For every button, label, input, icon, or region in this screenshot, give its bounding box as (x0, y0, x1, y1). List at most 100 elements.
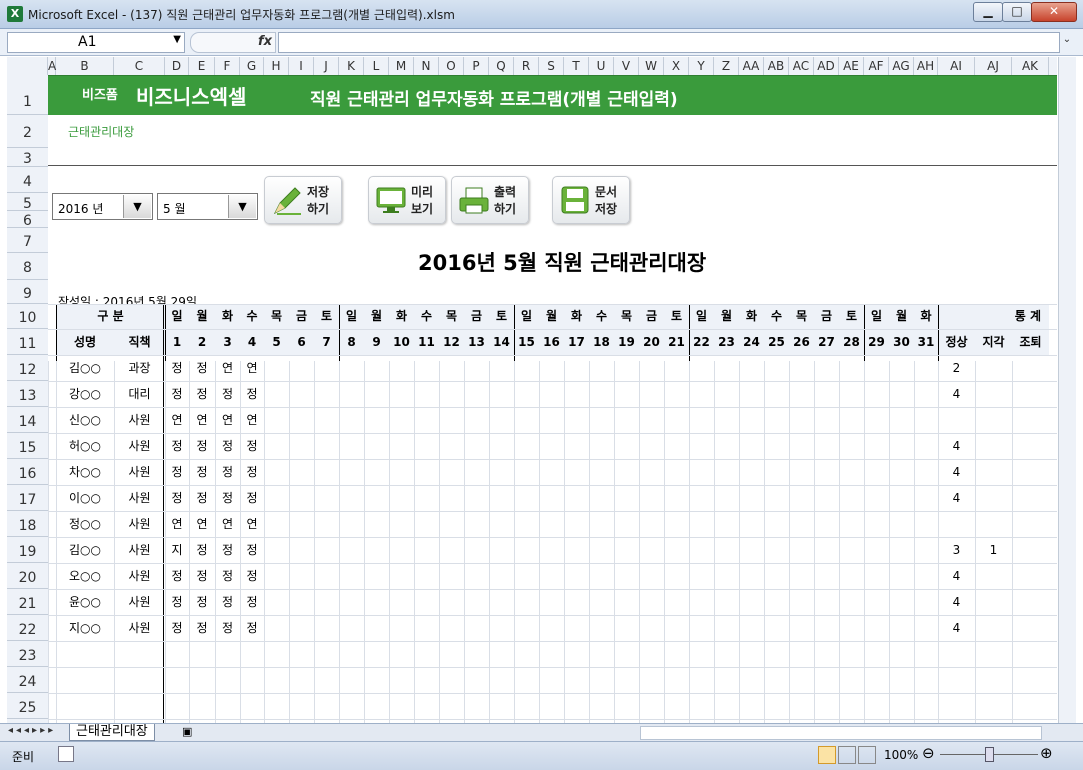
vertical-scrollbar[interactable] (1058, 57, 1076, 723)
macro-record-icon[interactable] (58, 746, 74, 762)
column-header-B[interactable]: B (56, 57, 114, 75)
column-header-O[interactable]: O (439, 57, 464, 75)
column-header-AB[interactable]: AB (764, 57, 789, 75)
column-header-H[interactable]: H (264, 57, 289, 75)
column-header-C[interactable]: C (114, 57, 165, 75)
sheet-tab-active[interactable]: 근태관리대장 (69, 724, 155, 741)
chevron-down-icon[interactable]: ▼ (228, 195, 256, 218)
minimize-button[interactable]: ▁ (973, 2, 1003, 22)
row-header-2[interactable]: 2 (7, 115, 48, 148)
column-header-R[interactable]: R (514, 57, 539, 75)
doc-save-button[interactable]: 문서 저장 (552, 176, 630, 224)
row-header-1[interactable]: 1 (7, 75, 48, 115)
close-button[interactable]: ✕ (1031, 2, 1077, 22)
row-header-8[interactable]: 8 (7, 253, 48, 280)
insert-sheet-icon[interactable]: ▣ (182, 725, 192, 738)
row-header-7[interactable]: 7 (7, 228, 48, 253)
column-header-AH[interactable]: AH (914, 57, 938, 75)
column-header-Z[interactable]: Z (714, 57, 739, 75)
column-header-N[interactable]: N (414, 57, 439, 75)
tab-scroll-arrows[interactable]: ◂◂◂▸▸▸ (8, 725, 56, 736)
column-header-A[interactable]: A (48, 57, 56, 75)
zoom-out-icon[interactable]: ⊖ (922, 744, 935, 762)
row-header-24[interactable]: 24 (7, 667, 48, 693)
column-header-AA[interactable]: AA (739, 57, 764, 75)
page-layout-view-icon[interactable] (838, 746, 856, 764)
column-header-G[interactable]: G (240, 57, 264, 75)
column-header-AC[interactable]: AC (789, 57, 814, 75)
zoom-in-icon[interactable]: ⊕ (1040, 744, 1053, 762)
expand-formula-icon[interactable]: ⌄ (1060, 34, 1074, 51)
row-header-12[interactable]: 12 (7, 355, 48, 381)
row-header-18[interactable]: 18 (7, 511, 48, 537)
stats-header: 조퇴 (1012, 329, 1049, 355)
column-header-F[interactable]: F (215, 57, 240, 75)
print-button[interactable]: 출력 하기 (451, 176, 529, 224)
row-header-11[interactable]: 11 (7, 329, 48, 355)
row-header-23[interactable]: 23 (7, 641, 48, 667)
save-button[interactable]: 저장 하기 (264, 176, 342, 224)
normal-view-icon[interactable] (818, 746, 836, 764)
zoom-level[interactable]: 100% (884, 748, 918, 762)
column-header-U[interactable]: U (589, 57, 614, 75)
insert-function-icon[interactable]: fx (258, 34, 272, 49)
row-header-13[interactable]: 13 (7, 381, 48, 407)
row-header-15[interactable]: 15 (7, 433, 48, 459)
horizontal-scrollbar[interactable] (640, 726, 1042, 740)
grid-line (914, 361, 915, 723)
row-header-21[interactable]: 21 (7, 589, 48, 615)
month-select[interactable]: 5 월 ▼ (157, 193, 258, 220)
column-header-Q[interactable]: Q (489, 57, 514, 75)
column-header-E[interactable]: E (189, 57, 215, 75)
chevron-down-icon[interactable]: ▼ (123, 195, 151, 218)
row-header-17[interactable]: 17 (7, 485, 48, 511)
row-header-16[interactable]: 16 (7, 459, 48, 485)
column-header-D[interactable]: D (165, 57, 189, 75)
worksheet[interactable]: A B C D E F G H I J K L M N O P Q R S T U V W X Y Z AA AB AC AD AE AF AG… (7, 57, 1057, 723)
row-header-5[interactable]: 5 (7, 193, 48, 212)
row-header-19[interactable]: 19 (7, 537, 48, 563)
column-header-AE[interactable]: AE (839, 57, 864, 75)
year-select[interactable]: 2016 년 ▼ (52, 193, 153, 220)
column-header-P[interactable]: P (464, 57, 489, 75)
row-header-4[interactable]: 4 (7, 167, 48, 193)
column-header-X[interactable]: X (664, 57, 689, 75)
attendance-cell: 정 (246, 439, 258, 453)
row-header-6[interactable]: 6 (7, 211, 48, 229)
column-header-K[interactable]: K (339, 57, 364, 75)
column-header-W[interactable]: W (639, 57, 664, 75)
maximize-button[interactable]: □ (1002, 2, 1032, 22)
column-header-Y[interactable]: Y (689, 57, 714, 75)
column-header-AF[interactable]: AF (864, 57, 889, 75)
row-header-9[interactable]: 9 (7, 280, 48, 304)
employee-role: 대리 (128, 387, 151, 401)
column-header-T[interactable]: T (564, 57, 589, 75)
preview-button[interactable]: 미리 보기 (368, 176, 446, 224)
row-header-25[interactable]: 25 (7, 693, 48, 719)
chevron-down-icon[interactable]: ▼ (173, 34, 181, 45)
row-header-20[interactable]: 20 (7, 563, 48, 589)
cell-grid[interactable]: 비즈폼 비즈니스엑셀 직원 근태관리 업무자동화 프로그램(개별 근태입력) 근… (48, 75, 1057, 723)
select-all-corner[interactable] (7, 57, 48, 75)
row-header-3[interactable]: 3 (7, 148, 48, 167)
page-break-view-icon[interactable] (858, 746, 876, 764)
column-header-S[interactable]: S (539, 57, 564, 75)
row-header-22[interactable]: 22 (7, 615, 48, 641)
zoom-slider-thumb[interactable] (985, 747, 994, 762)
column-header-AD[interactable]: AD (814, 57, 839, 75)
formula-input[interactable] (278, 32, 1060, 53)
column-header-AJ[interactable]: AJ (975, 57, 1012, 75)
column-header-AK[interactable]: AK (1012, 57, 1049, 75)
column-header-AG[interactable]: AG (889, 57, 914, 75)
name-box[interactable]: A1 ▼ (7, 32, 185, 53)
column-header-AI[interactable]: AI (938, 57, 975, 75)
row-header-10[interactable]: 10 (7, 304, 48, 329)
stat-late (975, 563, 1012, 589)
column-header-J[interactable]: J (314, 57, 339, 75)
column-header-I[interactable]: I (289, 57, 314, 75)
day-header: 11 (414, 329, 439, 355)
column-header-V[interactable]: V (614, 57, 639, 75)
row-header-14[interactable]: 14 (7, 407, 48, 433)
column-header-M[interactable]: M (389, 57, 414, 75)
column-header-L[interactable]: L (364, 57, 389, 75)
